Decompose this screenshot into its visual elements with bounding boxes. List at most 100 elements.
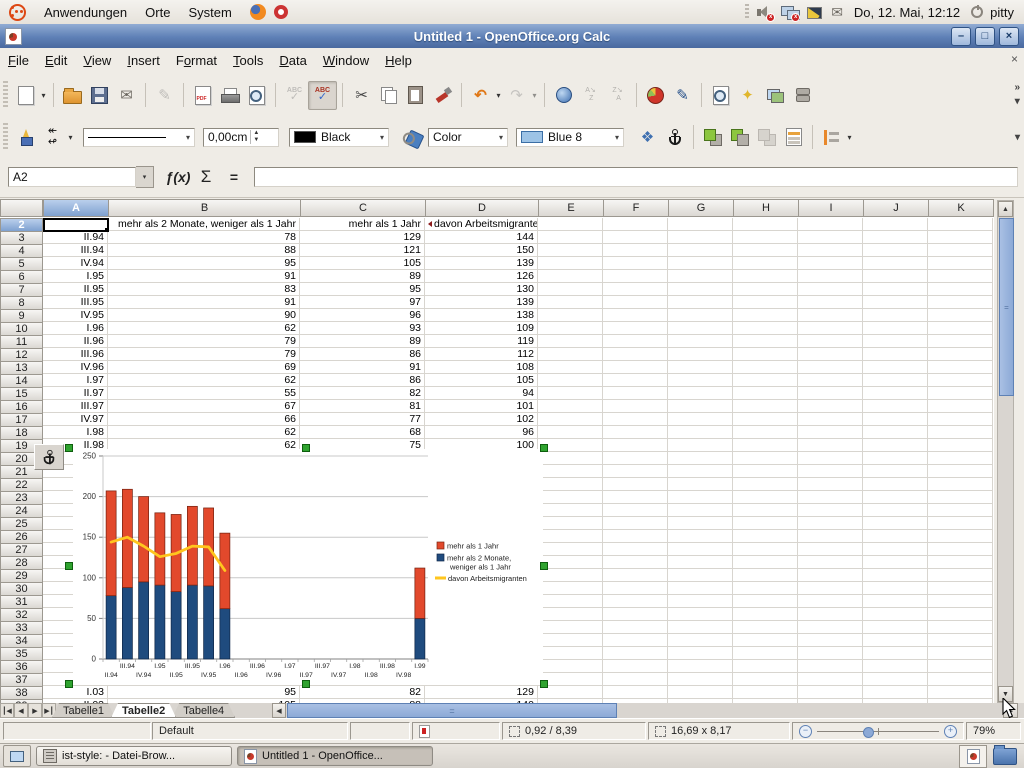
cell-K6[interactable]	[928, 270, 993, 283]
cell-I12[interactable]	[798, 348, 863, 361]
cell-J28[interactable]	[863, 556, 928, 569]
cell-H38[interactable]	[733, 686, 798, 699]
cell-E4[interactable]	[538, 244, 603, 257]
cell-G11[interactable]	[668, 335, 733, 348]
open-button[interactable]	[59, 82, 86, 109]
cell-E7[interactable]	[538, 283, 603, 296]
cell-A12[interactable]: III.96	[43, 348, 108, 361]
copy-button[interactable]	[375, 82, 402, 109]
row-header-10[interactable]: 10	[0, 322, 43, 336]
cell-B6[interactable]: 91	[108, 270, 300, 283]
alignment-dropdown[interactable]: ▾	[845, 133, 854, 142]
cell-F34[interactable]	[603, 634, 668, 647]
cell-F27[interactable]	[603, 543, 668, 556]
cell-J4[interactable]	[863, 244, 928, 257]
close-document-button[interactable]: ×	[1011, 52, 1018, 66]
row-header-36[interactable]: 36	[0, 660, 43, 674]
cell-J9[interactable]	[863, 309, 928, 322]
cell-H11[interactable]	[733, 335, 798, 348]
cell-K25[interactable]	[928, 517, 993, 530]
cell-I7[interactable]	[798, 283, 863, 296]
cell-I10[interactable]	[798, 322, 863, 335]
cell-F37[interactable]	[603, 673, 668, 686]
cell-B8[interactable]: 91	[108, 296, 300, 309]
column-header-F[interactable]: F	[603, 199, 669, 217]
cell-H32[interactable]	[733, 608, 798, 621]
cell-E18[interactable]	[538, 426, 603, 439]
cell-E17[interactable]	[538, 413, 603, 426]
cell-H35[interactable]	[733, 647, 798, 660]
cell-K24[interactable]	[928, 504, 993, 517]
cell-H29[interactable]	[733, 569, 798, 582]
cell-G17[interactable]	[668, 413, 733, 426]
cell-F30[interactable]	[603, 582, 668, 595]
row-header-6[interactable]: 6	[0, 270, 43, 284]
cell-J37[interactable]	[863, 673, 928, 686]
taskbar-window-filebrowser[interactable]: ist-style: - Datei-Brow...	[36, 746, 232, 766]
cell-H37[interactable]	[733, 673, 798, 686]
cell-D12[interactable]: 112	[425, 348, 538, 361]
row-header-15[interactable]: 15	[0, 387, 43, 401]
cell-K30[interactable]	[928, 582, 993, 595]
menu-format[interactable]: Format	[168, 50, 225, 71]
cell-E5[interactable]	[538, 257, 603, 270]
cell-K2[interactable]	[928, 218, 993, 231]
cell-A8[interactable]: III.95	[43, 296, 108, 309]
cell-G10[interactable]	[668, 322, 733, 335]
column-header-A[interactable]: A	[43, 199, 109, 217]
gallery-button[interactable]	[761, 82, 788, 109]
cell-G14[interactable]	[668, 374, 733, 387]
cell-D6[interactable]: 126	[425, 270, 538, 283]
navigator-button[interactable]: ✦	[734, 82, 761, 109]
cell-F15[interactable]	[603, 387, 668, 400]
cell-F24[interactable]	[603, 504, 668, 517]
cell-H30[interactable]	[733, 582, 798, 595]
cell-A7[interactable]: II.95	[43, 283, 108, 296]
column-header-H[interactable]: H	[733, 199, 799, 217]
minimize-button[interactable]: –	[951, 27, 971, 46]
cell-C11[interactable]: 89	[300, 335, 425, 348]
cell-J27[interactable]	[863, 543, 928, 556]
cell-K36[interactable]	[928, 660, 993, 673]
cell-F4[interactable]	[603, 244, 668, 257]
cell-C38[interactable]: 82	[300, 686, 425, 699]
cell-A3[interactable]: II.94	[43, 231, 108, 244]
cell-A18[interactable]: I.98	[43, 426, 108, 439]
chart-resize-handle-w[interactable]	[65, 562, 73, 570]
sheet-tab-tabelle1[interactable]: Tabelle1	[52, 703, 115, 718]
cell-I35[interactable]	[798, 647, 863, 660]
cell-G4[interactable]	[668, 244, 733, 257]
cell-K5[interactable]	[928, 257, 993, 270]
cell-E35[interactable]	[538, 647, 603, 660]
menu-help[interactable]: Help	[377, 50, 420, 71]
row-header-24[interactable]: 24	[0, 504, 43, 518]
cell-J21[interactable]	[863, 465, 928, 478]
cell-H22[interactable]	[733, 478, 798, 491]
cell-A4[interactable]: III.94	[43, 244, 108, 257]
insert-chart-button[interactable]	[642, 82, 669, 109]
row-header-38[interactable]: 38	[0, 686, 43, 700]
menu-insert[interactable]: Insert	[119, 50, 168, 71]
input-line[interactable]	[254, 167, 1018, 187]
cell-G18[interactable]	[668, 426, 733, 439]
cell-J3[interactable]	[863, 231, 928, 244]
cell-E9[interactable]	[538, 309, 603, 322]
cell-C8[interactable]: 97	[300, 296, 425, 309]
cell-K16[interactable]	[928, 400, 993, 413]
cell-C12[interactable]: 86	[300, 348, 425, 361]
cell-G31[interactable]	[668, 595, 733, 608]
menu-window[interactable]: Window	[315, 50, 377, 71]
save-button[interactable]	[86, 82, 113, 109]
cell-H13[interactable]	[733, 361, 798, 374]
select-all-corner[interactable]	[0, 199, 43, 217]
cell-I5[interactable]	[798, 257, 863, 270]
cell-E14[interactable]	[538, 374, 603, 387]
cell-H23[interactable]	[733, 491, 798, 504]
bring-to-front-button[interactable]	[699, 124, 726, 151]
vertical-scroll-thumb[interactable]: =	[999, 218, 1014, 396]
line-style-select[interactable]: ▾	[83, 128, 195, 147]
system-menu[interactable]: System	[179, 0, 240, 24]
column-header-J[interactable]: J	[863, 199, 929, 217]
cell-J14[interactable]	[863, 374, 928, 387]
cell-F22[interactable]	[603, 478, 668, 491]
